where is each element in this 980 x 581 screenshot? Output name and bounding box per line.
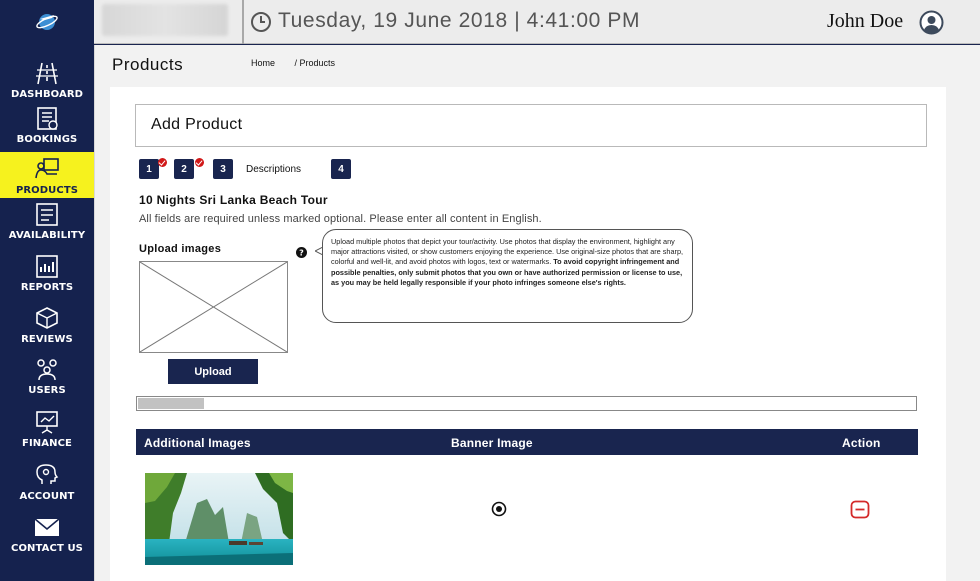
step-3[interactable]: 3 — [213, 159, 233, 179]
step-2-check-icon — [195, 158, 204, 167]
column-header-action: Action — [842, 436, 881, 450]
sidebar: DASHBOARD BOOKINGS PRODUCTS AVAILABILITY… — [0, 0, 94, 581]
sidebar-item-label: ACCOUNT — [19, 491, 75, 502]
page-title: Products — [112, 55, 184, 74]
sidebar-item-dashboard[interactable]: DASHBOARD — [0, 56, 94, 102]
blurred-logo-area — [102, 4, 228, 36]
content-panel: Add Product 1 2 3 Descriptions 4 10 Nigh… — [110, 87, 946, 581]
sidebar-item-label: CONTACT US — [11, 543, 83, 554]
images-table-header: Additional Images Banner Image Action — [136, 429, 918, 455]
remove-minus-icon[interactable] — [850, 500, 870, 519]
clock-icon — [251, 12, 271, 32]
sidebar-item-label: REVIEWS — [21, 334, 73, 345]
sidebar-item-contact-us[interactable]: CONTACT US — [0, 510, 94, 556]
road-icon — [36, 62, 58, 85]
sidebar-item-reports[interactable]: REPORTS — [0, 249, 94, 295]
sidebar-item-products[interactable]: PRODUCTS — [0, 152, 94, 198]
column-header-additional-images: Additional Images — [144, 436, 251, 450]
sidebar-item-bookings[interactable]: BOOKINGS — [0, 101, 94, 147]
sidebar-item-label: FINANCE — [22, 438, 72, 449]
sidebar-item-label: USERS — [28, 385, 66, 396]
sidebar-item-finance[interactable]: FINANCE — [0, 405, 94, 451]
products-icon — [35, 158, 59, 179]
add-product-header: Add Product — [135, 104, 927, 147]
upload-progress-bar — [136, 396, 917, 411]
account-icon — [36, 464, 59, 484]
user-name[interactable]: John Doe — [827, 10, 903, 33]
breadcrumb-home[interactable]: Home — [251, 58, 275, 68]
sidebar-item-label: REPORTS — [20, 282, 74, 293]
banner-radio-selected[interactable] — [491, 501, 507, 517]
reports-icon — [36, 255, 58, 278]
header-divider — [242, 0, 244, 44]
sidebar-item-users[interactable]: USERS — [0, 352, 94, 398]
top-header: Tuesday, 19 June 2018 | 4:41:00 PM John … — [94, 0, 980, 44]
airplane-globe-logo-icon[interactable] — [34, 10, 60, 32]
sidebar-item-label: DASHBOARD — [10, 89, 84, 100]
column-header-banner-image: Banner Image — [451, 436, 533, 450]
users-icon — [37, 359, 57, 381]
sidebar-item-account[interactable]: ACCOUNT — [0, 458, 94, 504]
breadcrumb-products[interactable]: / Products — [295, 58, 336, 68]
upload-images-label: Upload images — [139, 243, 222, 255]
form-instructions: All fields are required unless marked op… — [139, 213, 542, 225]
step-2[interactable]: 2 — [174, 159, 194, 179]
step-1[interactable]: 1 — [139, 159, 159, 179]
add-product-title: Add Product — [151, 116, 243, 133]
upload-help-tooltip: Upload multiple photos that depict your … — [322, 229, 693, 323]
svg-text:?: ? — [299, 249, 304, 258]
upload-button[interactable]: Upload — [168, 359, 258, 384]
step-3-label: Descriptions — [246, 164, 302, 175]
main-area: Products Home / Products Add Product 1 2… — [94, 45, 980, 581]
beach-thumbnail-image[interactable] — [145, 473, 293, 565]
tour-title: 10 Nights Sri Lanka Beach Tour — [139, 193, 328, 207]
upload-progress-fill — [138, 398, 204, 409]
sidebar-item-reviews[interactable]: REVIEWS — [0, 301, 94, 347]
sidebar-item-label: BOOKINGS — [16, 134, 78, 145]
sidebar-item-availability[interactable]: AVAILABILITY — [0, 197, 94, 243]
envelope-icon — [34, 518, 60, 536]
reviews-icon — [36, 307, 58, 329]
current-datetime: Tuesday, 19 June 2018 | 4:41:00 PM — [278, 9, 641, 32]
sidebar-item-label: PRODUCTS — [15, 185, 79, 196]
image-placeholder[interactable] — [139, 261, 288, 353]
question-help-icon[interactable]: ? — [296, 247, 307, 258]
breadcrumb: Home / Products — [251, 58, 335, 68]
step-1-check-icon — [158, 158, 167, 167]
sidebar-item-label: AVAILABILITY — [8, 230, 86, 241]
user-avatar-icon[interactable] — [919, 10, 944, 35]
step-4[interactable]: 4 — [331, 159, 351, 179]
finance-icon — [36, 411, 58, 434]
availability-icon — [36, 203, 58, 226]
bookings-icon — [37, 107, 58, 130]
